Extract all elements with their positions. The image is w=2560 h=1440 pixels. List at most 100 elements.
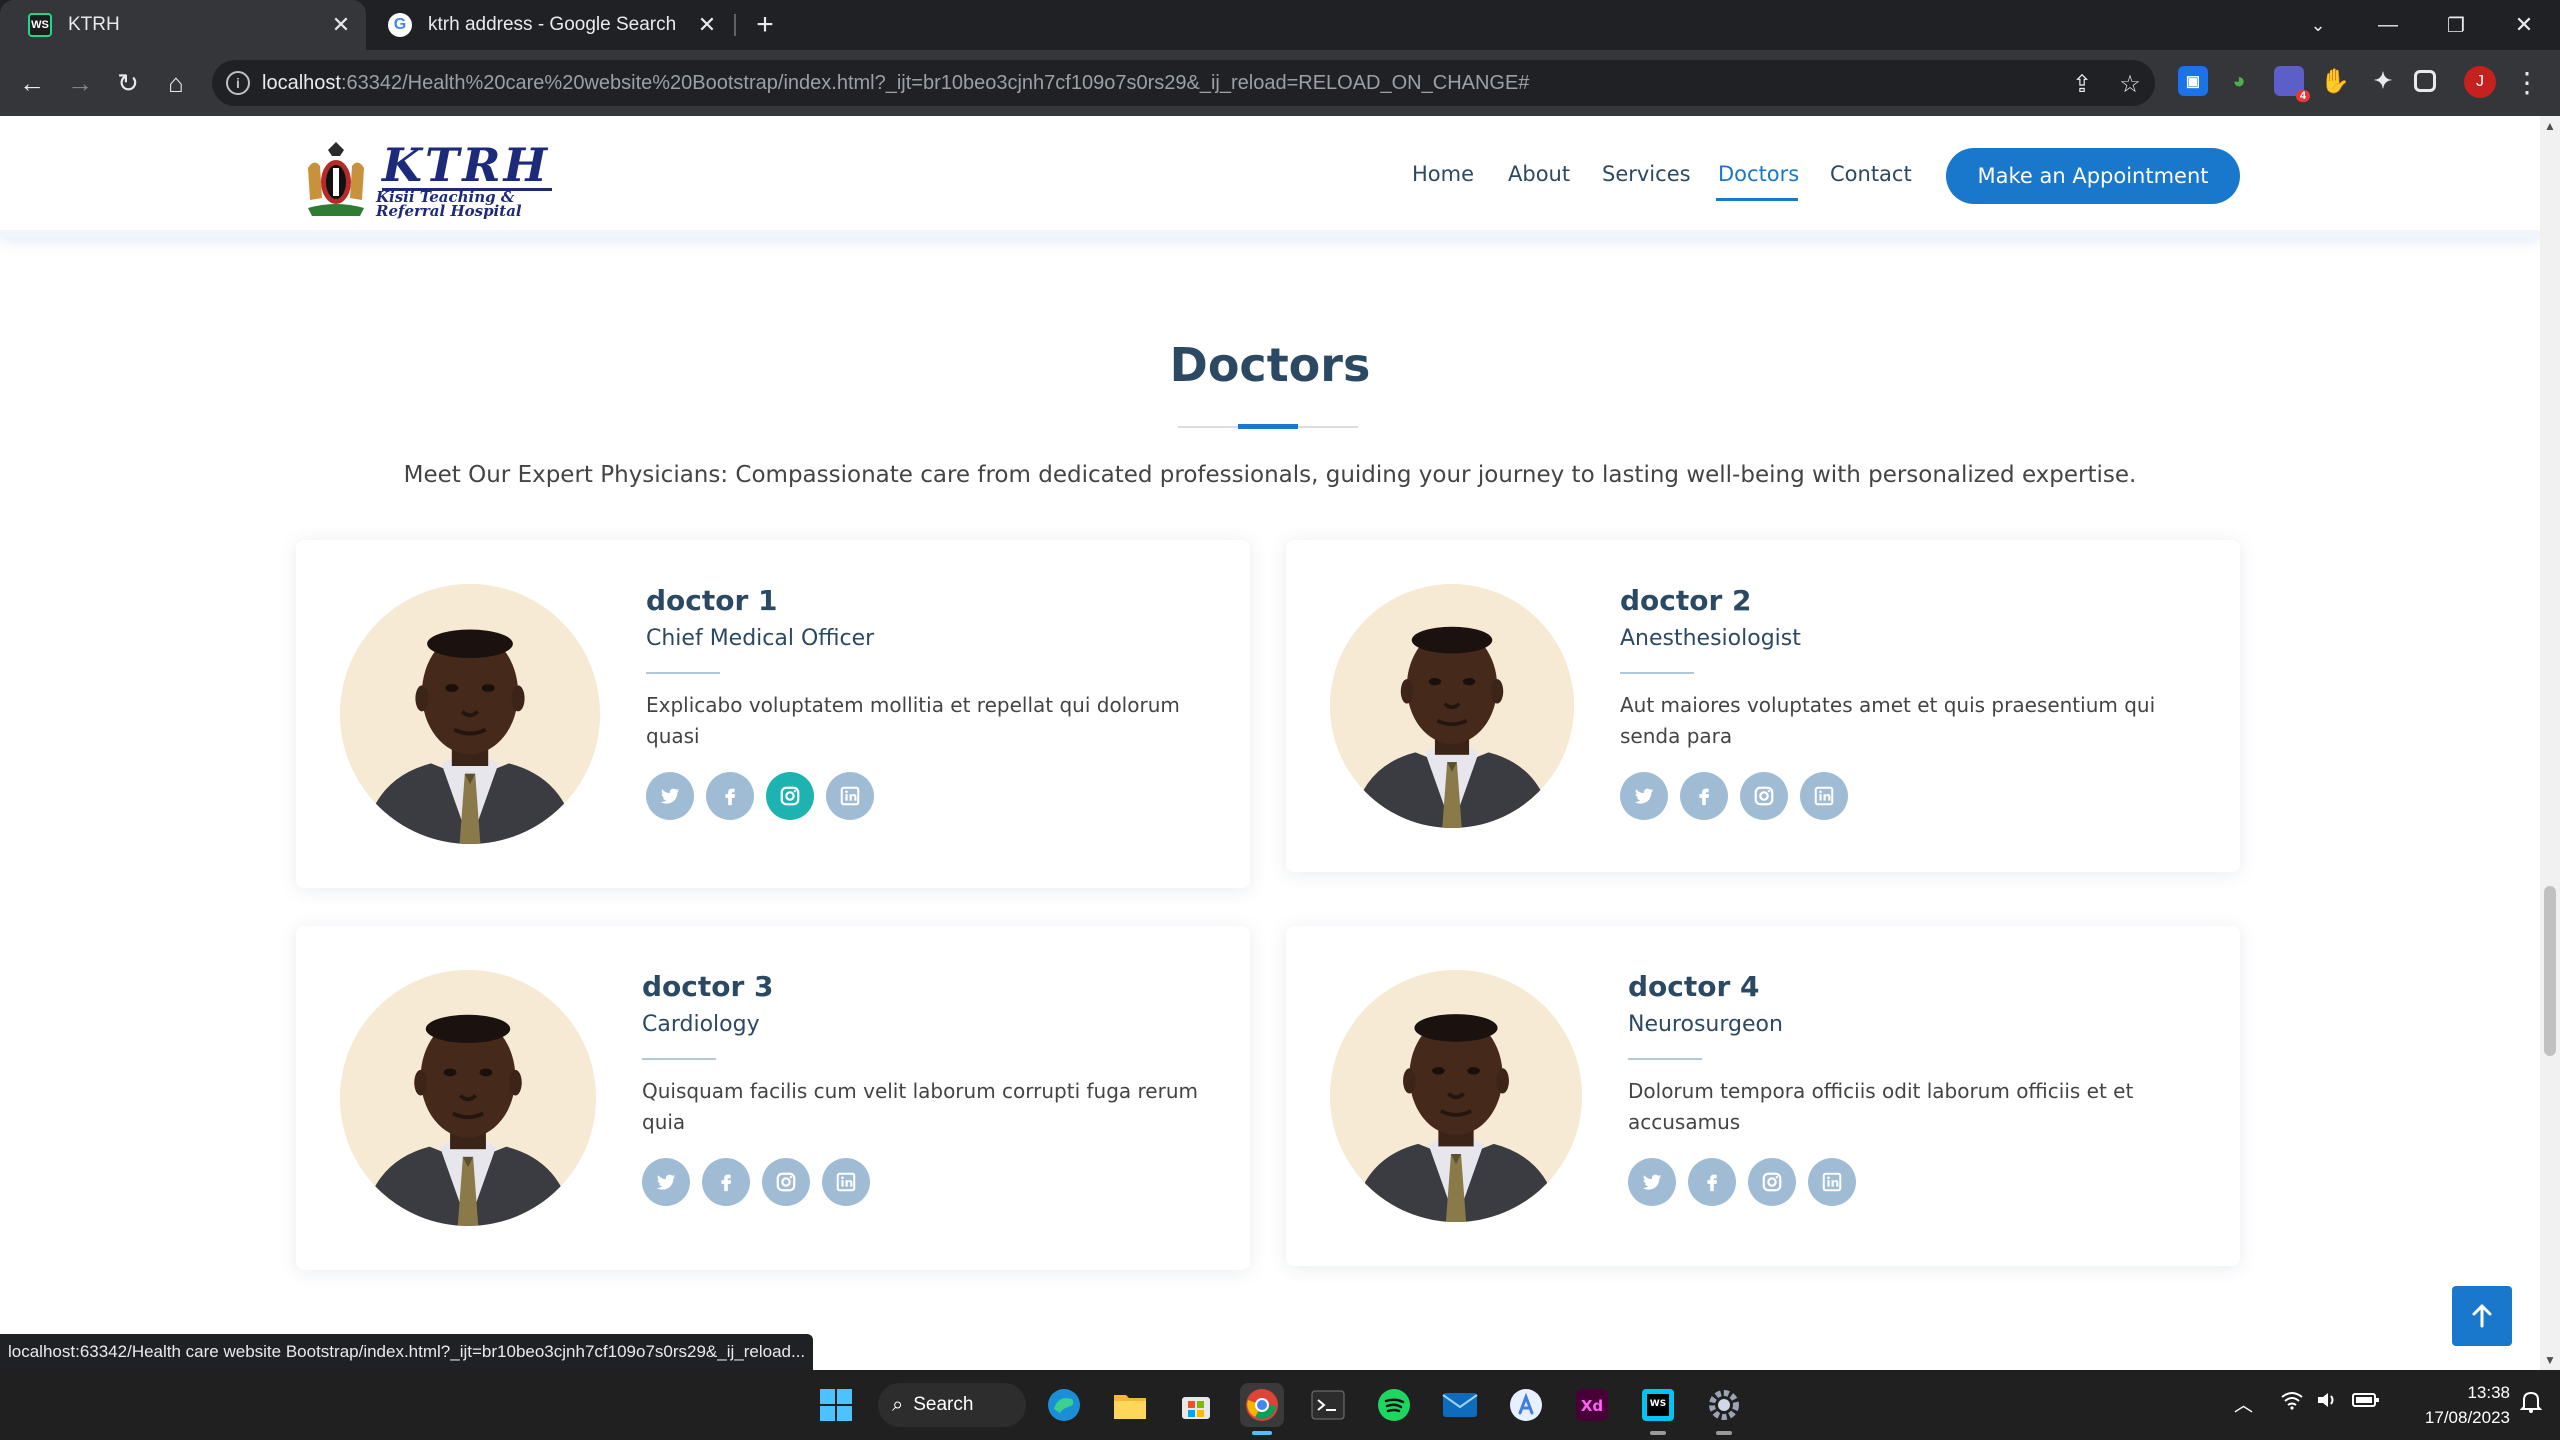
linkedin-link[interactable] bbox=[1800, 772, 1848, 820]
address-bar[interactable]: i localhost:63342/Health%20care%20websit… bbox=[212, 60, 2155, 106]
doctor-card: doctor 2 Anesthesiologist Aut maiores vo… bbox=[1286, 540, 2240, 872]
file-explorer-icon[interactable] bbox=[1108, 1383, 1152, 1427]
facebook-link[interactable] bbox=[1688, 1158, 1736, 1206]
twitter-link[interactable] bbox=[646, 772, 694, 820]
close-window-button[interactable]: ✕ bbox=[2490, 0, 2558, 50]
linkedin-link[interactable] bbox=[826, 772, 874, 820]
doctor-role: Anesthesiologist bbox=[1620, 626, 1801, 651]
doctor-bio: Aut maiores voluptates amet et quis prae… bbox=[1620, 693, 2156, 748]
settings-gear-icon[interactable] bbox=[1702, 1383, 1746, 1435]
instagram-link[interactable] bbox=[1740, 772, 1788, 820]
terminal-icon[interactable] bbox=[1306, 1383, 1350, 1427]
bookmark-star-icon[interactable]: ☆ bbox=[2116, 70, 2144, 98]
site-header: KTRH Kisii Teaching & Referral Hospital … bbox=[0, 116, 2540, 238]
twitter-icon bbox=[1641, 1171, 1663, 1193]
extension-translate-icon[interactable]: ▣ bbox=[2178, 66, 2208, 96]
extension-color-icon[interactable]: ◕ bbox=[2224, 66, 2254, 96]
twitter-icon bbox=[655, 1171, 677, 1193]
volume-icon[interactable] bbox=[2316, 1390, 2340, 1416]
linkedin-link[interactable] bbox=[822, 1158, 870, 1206]
facebook-link[interactable] bbox=[706, 772, 754, 820]
linkedin-icon bbox=[835, 1171, 857, 1193]
instagram-link[interactable] bbox=[762, 1158, 810, 1206]
edge-icon[interactable] bbox=[1042, 1383, 1086, 1427]
minimize-button[interactable]: — bbox=[2354, 0, 2422, 50]
linkedin-link[interactable] bbox=[1808, 1158, 1856, 1206]
tab-title: ktrh address - Google Search bbox=[428, 14, 677, 35]
google-favicon-icon: G bbox=[388, 13, 412, 37]
extension-hand-icon[interactable]: ✋ bbox=[2320, 66, 2350, 96]
social-links bbox=[646, 772, 874, 820]
wifi-icon[interactable] bbox=[2280, 1390, 2304, 1416]
home-icon[interactable]: ⌂ bbox=[156, 63, 196, 103]
instagram-icon bbox=[1753, 785, 1775, 807]
clock-date: 17/08/2023 bbox=[2424, 1408, 2510, 1427]
instagram-link[interactable] bbox=[1748, 1158, 1796, 1206]
address-url[interactable]: localhost:63342/Health%20care%20website%… bbox=[262, 72, 2155, 95]
twitter-link[interactable] bbox=[1620, 772, 1668, 820]
running-app-indicator bbox=[1716, 1431, 1732, 1435]
close-tab-icon[interactable]: ✕ bbox=[326, 10, 356, 40]
running-app-indicator bbox=[1650, 1431, 1666, 1435]
nav-doctors[interactable]: Doctors bbox=[1718, 162, 1799, 186]
adobe-xd-icon[interactable]: Xd bbox=[1570, 1383, 1614, 1427]
instagram-link[interactable] bbox=[766, 772, 814, 820]
linkedin-icon bbox=[1821, 1171, 1843, 1193]
tab-google-search[interactable]: G ktrh address - Google Search ✕ bbox=[366, 0, 732, 50]
instagram-icon bbox=[779, 785, 801, 807]
side-panel-icon[interactable] bbox=[2414, 70, 2436, 92]
back-arrow-icon[interactable]: ← bbox=[12, 63, 52, 103]
url-path: :63342/Health%20care%20website%20Bootstr… bbox=[340, 71, 1530, 94]
nav-active-indicator bbox=[1716, 198, 1798, 201]
forward-arrow-icon[interactable]: → bbox=[60, 63, 100, 103]
logo-subtext: Kisii Teaching & Referral Hospital bbox=[376, 188, 522, 220]
extensions-puzzle-icon[interactable]: ✦ bbox=[2368, 66, 2398, 96]
facebook-link[interactable] bbox=[702, 1158, 750, 1206]
battery-icon[interactable] bbox=[2352, 1390, 2380, 1416]
nav-about[interactable]: About bbox=[1508, 162, 1570, 186]
make-appointment-button[interactable]: Make an Appointment bbox=[1946, 148, 2240, 204]
page-scrollbar[interactable]: ▲ ▼ bbox=[2540, 116, 2560, 1370]
nav-services[interactable]: Services bbox=[1602, 162, 1691, 186]
share-icon[interactable]: ⇪ bbox=[2068, 70, 2096, 98]
site-info-icon[interactable]: i bbox=[226, 71, 250, 95]
show-hidden-icons-chevron-icon[interactable]: ︿ bbox=[2234, 1390, 2253, 1417]
microsoft-store-icon[interactable] bbox=[1174, 1383, 1218, 1427]
twitter-link[interactable] bbox=[642, 1158, 690, 1206]
profile-avatar[interactable]: J bbox=[2464, 66, 2496, 98]
site-logo[interactable]: KTRH Kisii Teaching & Referral Hospital bbox=[300, 138, 552, 219]
spotify-icon[interactable] bbox=[1372, 1383, 1416, 1427]
back-to-top-button[interactable] bbox=[2452, 1286, 2512, 1346]
close-tab-icon[interactable]: ✕ bbox=[692, 10, 722, 40]
scroll-down-arrow-icon[interactable]: ▼ bbox=[2544, 1354, 2556, 1366]
mail-icon[interactable] bbox=[1438, 1383, 1482, 1427]
facebook-link[interactable] bbox=[1680, 772, 1728, 820]
twitter-link[interactable] bbox=[1628, 1158, 1676, 1206]
coat-of-arms-icon bbox=[308, 142, 364, 216]
title-divider-accent bbox=[1238, 424, 1298, 429]
system-clock[interactable]: 13:38 17/08/2023 bbox=[2394, 1380, 2510, 1430]
scrollbar-thumb[interactable] bbox=[2544, 886, 2556, 1056]
taskbar-search-button[interactable]: ⌕ Search bbox=[878, 1383, 1026, 1427]
start-windows-icon[interactable] bbox=[814, 1383, 858, 1427]
browser-tab-strip: WS KTRH ✕ G ktrh address - Google Search… bbox=[0, 0, 2560, 50]
nav-home[interactable]: Home bbox=[1412, 162, 1474, 186]
search-icon: ⌕ bbox=[892, 1393, 904, 1416]
extension-badge-icon[interactable]: 4 bbox=[2274, 66, 2310, 102]
scroll-up-arrow-icon[interactable]: ▲ bbox=[2544, 120, 2556, 132]
restore-button[interactable]: ❐ bbox=[2422, 0, 2490, 50]
webstorm-icon[interactable]: WS bbox=[1636, 1383, 1680, 1435]
browser-menu-icon[interactable]: ⋮ bbox=[2512, 64, 2542, 100]
browser-toolbar: ← → ↻ ⌂ i localhost:63342/Health%20care%… bbox=[0, 50, 2560, 116]
tab-search-icon[interactable]: ⌄ bbox=[2284, 0, 2352, 50]
chrome-icon[interactable] bbox=[1240, 1383, 1284, 1435]
instagram-icon bbox=[775, 1171, 797, 1193]
windows-taskbar: ⌕ Search Xd WS ︿ 13:38 17/08/2023 bbox=[0, 1370, 2560, 1440]
reload-icon[interactable]: ↻ bbox=[108, 63, 148, 103]
notification-bell-icon[interactable] bbox=[2519, 1390, 2543, 1420]
tab-ktrh[interactable]: WS KTRH ✕ bbox=[0, 0, 366, 50]
section-title: Doctors bbox=[1169, 338, 1371, 392]
app-store-icon[interactable] bbox=[1504, 1383, 1548, 1427]
new-tab-button[interactable]: + bbox=[748, 8, 782, 42]
nav-contact[interactable]: Contact bbox=[1830, 162, 1912, 186]
